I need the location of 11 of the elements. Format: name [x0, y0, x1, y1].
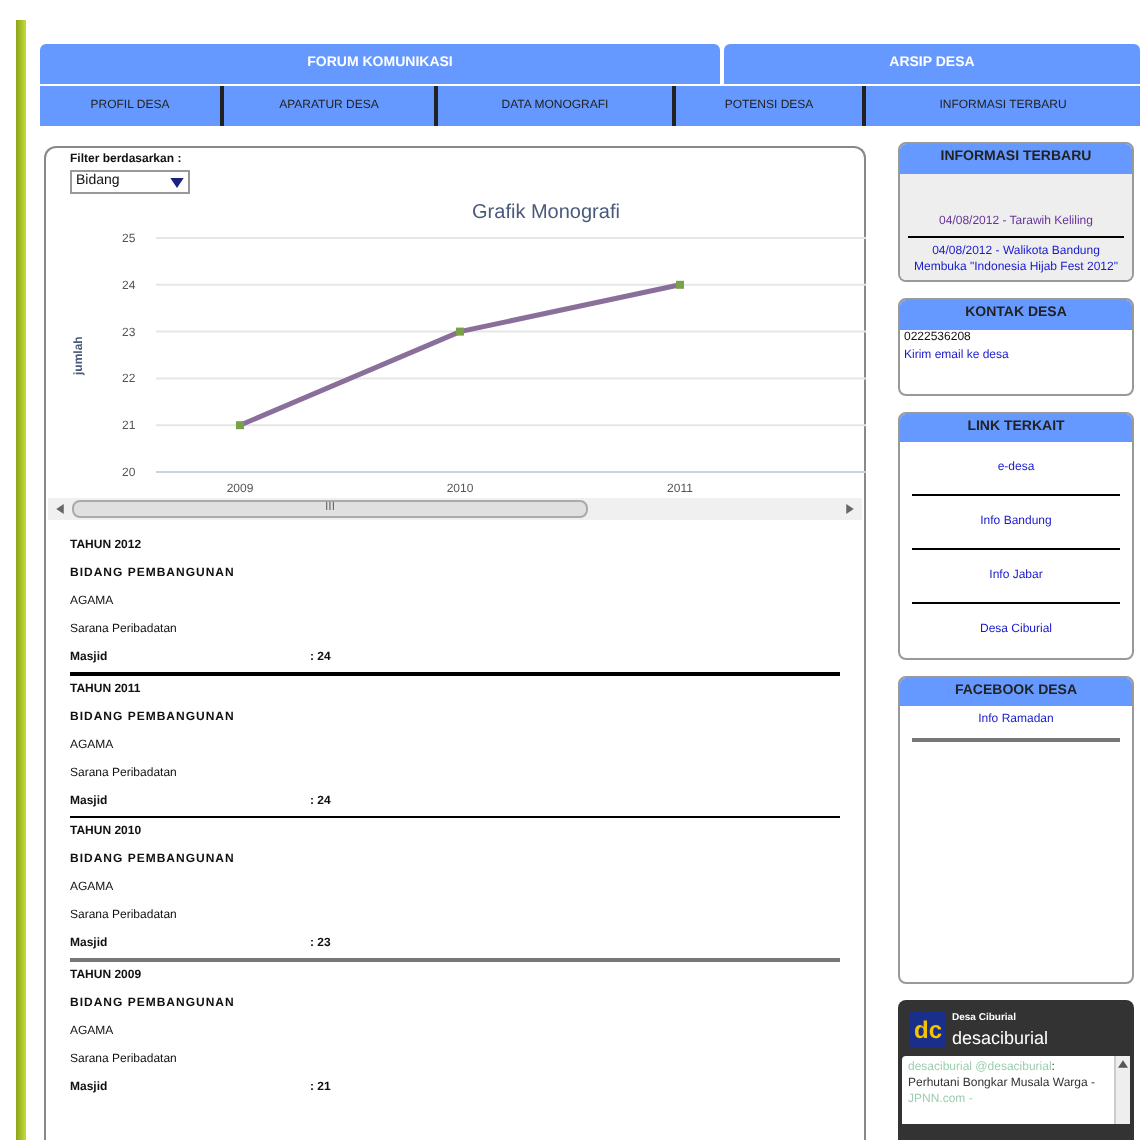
- data-point: [456, 327, 464, 336]
- scroll-up-icon: [1118, 1060, 1128, 1069]
- logo-icon: dc: [910, 1012, 946, 1049]
- data-point: [236, 421, 244, 430]
- data-point: [676, 280, 684, 289]
- scroll-left-icon: [56, 504, 64, 514]
- account-handle: desaciburial: [952, 1027, 1049, 1048]
- vertical-scrollbar[interactable]: [1114, 1056, 1130, 1125]
- chart-title: Grafik Monografi: [472, 202, 620, 224]
- caret-icon: [170, 177, 184, 187]
- scroll-right-icon: [846, 504, 854, 514]
